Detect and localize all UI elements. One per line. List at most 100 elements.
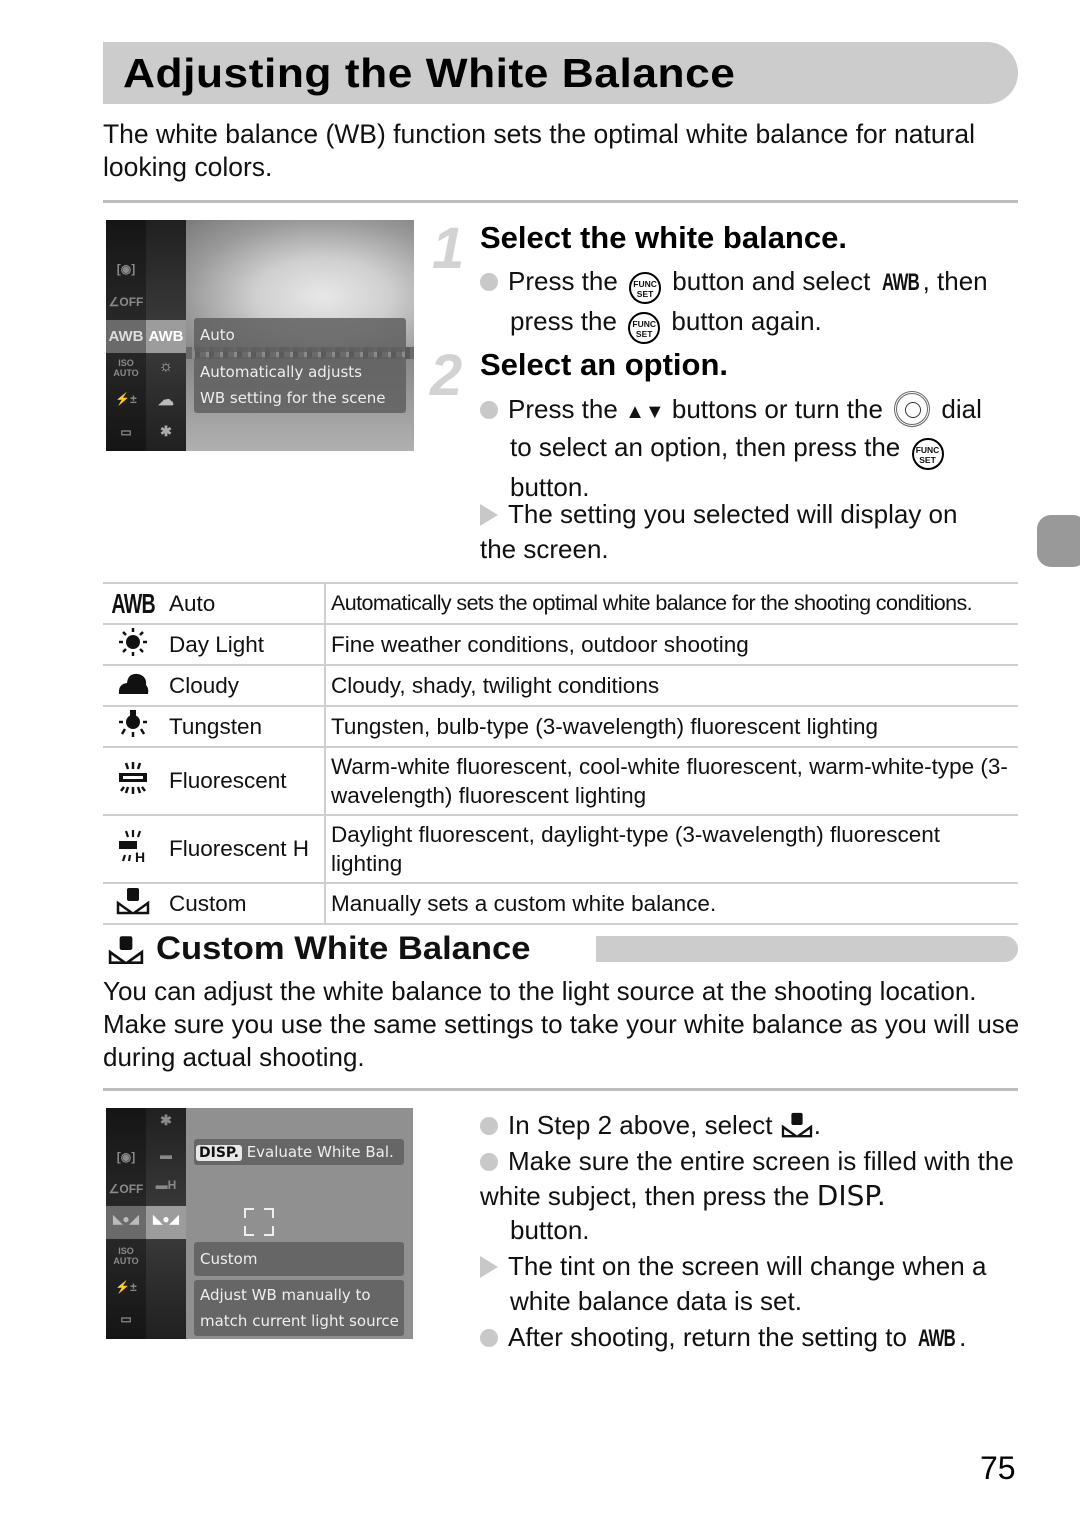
intro-text: The white balance (WB) function sets the… xyxy=(103,119,976,182)
metering-icon: [◉] xyxy=(116,262,136,276)
option-description-panel: Adjust WB manually to match current ligh… xyxy=(194,1280,404,1336)
iso-auto-icon: ISO AUTO xyxy=(113,358,139,378)
wb-option-description: Fine weather conditions, outdoor shootin… xyxy=(331,632,749,657)
option-title-panel: Custom xyxy=(194,1242,404,1276)
tungsten-icon: ✱ xyxy=(160,423,172,439)
table-row: Cloudy Cloudy, shady, twilight condition… xyxy=(103,665,1018,706)
awb-selected-icon: AWB xyxy=(148,328,184,345)
custom-wb-selected-icon: ◣●◢ xyxy=(153,1212,179,1226)
wb-option-description: Cloudy, shady, twilight conditions xyxy=(331,673,660,698)
bullet-dot xyxy=(480,1117,498,1135)
evaluate-white-bal-panel: DISP. Evaluate White Bal. xyxy=(194,1139,404,1165)
option-title-panel: Auto xyxy=(194,318,406,352)
iso-auto-icon: ISO AUTO xyxy=(113,1246,139,1266)
step-2-title: Select an option. xyxy=(480,347,729,382)
cloudy-icon xyxy=(118,673,149,694)
table-row: H Fluorescent H Daylight fluorescent, da… xyxy=(103,815,1018,883)
focus-frame-corner xyxy=(264,1208,274,1218)
bullet-dot xyxy=(480,273,498,291)
option-title: Auto xyxy=(200,326,235,344)
custom-wb-step-select: In Step 2 above, select . xyxy=(480,1108,1025,1143)
page-number: 75 xyxy=(980,1450,1016,1486)
divider xyxy=(103,200,1018,203)
wb-option-name: Day Light xyxy=(163,624,326,665)
focus-frame-corner xyxy=(264,1226,274,1236)
chapter-tab xyxy=(1037,515,1080,567)
bullet-dot xyxy=(480,401,498,419)
fluorescent-icon: ▬ xyxy=(160,1148,172,1162)
section-title: Custom White Balance xyxy=(156,930,531,966)
aspect-icon: ▭ xyxy=(120,1312,132,1326)
i-contrast-off-icon: ∠OFF xyxy=(108,295,144,309)
white-balance-options-table: AWB Auto Automatically sets the optimal … xyxy=(103,582,1018,925)
wb-option-description: Daylight fluorescent, daylight-type (3-w… xyxy=(331,822,941,876)
wb-option-description: Warm-white fluorescent, cool-white fluor… xyxy=(331,754,1008,808)
i-contrast-off-icon: ∠OFF xyxy=(108,1182,144,1196)
disp-button-icon: DISP. xyxy=(816,1178,886,1212)
step-1-instruction: Press the FUNC SET button and select AWB,… xyxy=(480,264,1020,344)
func-set-button-icon: FUNC SET xyxy=(628,312,661,344)
disp-button-icon: DISP. xyxy=(196,1145,242,1161)
func-set-button-icon: FUNC SET xyxy=(911,437,944,470)
wb-option-name: Tungsten xyxy=(163,706,326,747)
wb-option-name: Cloudy xyxy=(163,665,326,706)
wb-option-name: Fluorescent H xyxy=(163,815,326,883)
focus-frame-corner xyxy=(244,1208,254,1218)
table-row: Tungsten Tungsten, bulb-type (3-waveleng… xyxy=(103,706,1018,747)
section-title-bar xyxy=(596,936,1018,962)
custom-wb-step-disp: Make sure the entire screen is filled wi… xyxy=(480,1146,1014,1245)
tungsten-icon xyxy=(119,709,147,737)
daylight-icon xyxy=(119,627,147,656)
custom-wb-intro: You can adjust the white balance to the … xyxy=(103,976,1020,1072)
option-desc-line1: Automatically adjusts xyxy=(200,363,362,381)
wb-option-name: Auto xyxy=(163,583,326,624)
focus-frame-corner xyxy=(244,1226,254,1236)
table-row: Custom Manually sets a custom white bala… xyxy=(103,883,1018,924)
table-row: AWB Auto Automatically sets the optimal … xyxy=(103,583,1018,624)
step-number-2: 2 xyxy=(430,343,463,408)
func-set-button-icon: FUNC SET xyxy=(629,272,662,304)
wb-option-description: Tungsten, bulb-type (3-wavelength) fluor… xyxy=(331,714,878,739)
option-description-panel: Automatically adjusts WB setting for the… xyxy=(194,357,406,413)
step-1-title: Select the white balance. xyxy=(480,220,847,255)
tungsten-icon: ✱ xyxy=(160,1112,172,1128)
bullet-dot xyxy=(480,1329,498,1347)
result-arrow-icon xyxy=(480,1256,498,1278)
custom-wb-icon xyxy=(108,936,144,965)
flash-exposure-icon: ⚡± xyxy=(115,392,137,406)
metering-icon: [◉] xyxy=(116,1150,136,1164)
table-row: Day Light Fine weather conditions, outdo… xyxy=(103,624,1018,665)
step-2-result: The setting you selected will display on… xyxy=(480,499,958,564)
fluorescent-icon xyxy=(119,762,147,794)
aspect-icon: ▭ xyxy=(120,425,132,439)
custom-wb-result: The tint on the screen will change when … xyxy=(480,1249,1025,1318)
result-arrow-icon xyxy=(480,504,498,526)
control-dial-icon xyxy=(894,391,931,427)
camera-screen-custom-wb: ✱ ▬ ▬H [◉] ∠OFF ◣●◢ ◣●◢ ISO AUTO ⚡± ▭ DIS… xyxy=(106,1108,413,1339)
up-down-arrows-icon: ▲▼ xyxy=(625,401,665,423)
bullet-dot xyxy=(480,1153,498,1171)
divider xyxy=(103,1088,1018,1091)
awb-icon: AWB xyxy=(111,587,155,619)
awb-icon: AWB xyxy=(108,328,144,345)
fluorescent-h-icon: H xyxy=(119,830,145,865)
page-title: Adjusting the White Balance xyxy=(123,50,736,96)
camera-screen-auto-wb: [◉] ∠OFF AWB ISO AUTO ⚡± ▭ AWB ☼ ☁ ✱ Auto… xyxy=(106,220,414,451)
flash-exposure-icon: ⚡± xyxy=(115,1280,137,1294)
option-desc-line2: WB setting for the scene xyxy=(200,389,386,407)
awb-icon: AWB xyxy=(881,269,920,296)
step-number-1: 1 xyxy=(432,216,465,281)
custom-wb-icon xyxy=(116,887,150,914)
wb-option-description: Manually sets a custom white balance. xyxy=(331,891,717,916)
wb-option-name: Custom xyxy=(163,883,326,924)
step-2-instruction: Press the ▲▼ buttons or turn the dial to… xyxy=(480,391,1025,504)
wb-option-name: Fluorescent xyxy=(163,747,326,815)
page-title-bar: Adjusting the White Balance xyxy=(103,42,1018,104)
custom-wb-icon: ◣●◢ xyxy=(113,1212,139,1226)
custom-wb-step-return: After shooting, return the setting to AW… xyxy=(480,1320,1025,1357)
fluorescent-h-icon: ▬H xyxy=(155,1178,177,1192)
svg-text:H: H xyxy=(135,849,145,863)
table-row: Fluorescent Warm-white fluorescent, cool… xyxy=(103,747,1018,815)
wb-option-description: Automatically sets the optimal white bal… xyxy=(331,591,973,615)
cloudy-icon: ☁ xyxy=(158,392,174,409)
